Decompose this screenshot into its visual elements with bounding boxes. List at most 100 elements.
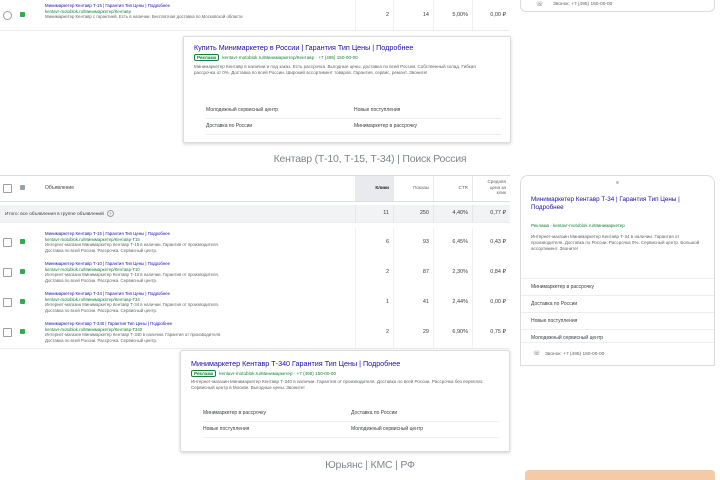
summary-cpc: 0,77 ₽ [472,205,510,222]
sitelink[interactable]: Минимаркетер в рассрочку [203,406,351,422]
phone-icon: ☏ [536,2,544,8]
row-checkbox[interactable] [3,268,12,277]
phone-call-link[interactable]: Звонок: +7 (495) 150-00-00 [553,2,612,7]
impressions-cell: 87 [393,258,433,288]
ctr-cell: 2,30% [433,258,472,288]
ad-preview-url-line: Реклама kentavr-motoblok.ru/Минимаркетер/… [194,54,358,61]
summary-ctr: 4,40% [433,205,472,222]
mobile-ad-title[interactable]: Минимаркетер Кентавр Т-34 | Гарантия Тип… [531,196,703,212]
sitelink[interactable]: Доставка по России [206,119,354,135]
ad-text: Минимаркетер Кентавр Т-15 | Гарантия Тип… [45,3,345,20]
status-column-icon [20,185,25,190]
impressions-cell: 29 [393,318,433,348]
summary-impressions: 250 [393,205,433,222]
mobile-ad-url: Реклама · kentavr-motoblok.ru/Минимаркет… [531,223,625,228]
mobile-call-row[interactable]: ☏ Звонок: +7 (495) 150-00-00 [521,342,714,366]
sitelinks: Молодежный сервисный центр Новые поступл… [206,103,502,135]
cpc-cell: 0,00 ₽ [472,288,510,318]
ad-description: Доставка по всей России. Рассрочка. Серв… [45,277,158,283]
status-enabled-icon [20,12,25,17]
sitelink[interactable]: Новые поступления [203,422,351,438]
table-row[interactable]: Минимаркетер Кентавр Т-15 | Гарантия Тип… [0,228,510,259]
row-select-radio[interactable] [3,11,12,20]
table-header: Объявление Клики Показы CTR Средняя цена… [0,175,510,202]
ctr-cell: 5,00% [433,0,472,30]
summary-label: Итого: все объявления в группе объявлени… [5,210,114,217]
column-header-ad[interactable]: Объявление [45,185,74,191]
ad-text: Минимаркетер Кентавр Т-340 | Гарантия Ти… [45,321,345,343]
row-checkbox[interactable] [3,298,12,307]
ad-group-heading: Юрьянс | КМС | РФ [325,459,415,471]
select-all-checkbox[interactable] [3,184,12,193]
sitelink[interactable]: Минимаркетер в рассрочку [354,119,502,135]
ad-preview-url: kentavr-motoblok.ru/Минимаркетер · +7 (4… [219,371,337,376]
mobile-ad-preview: Минимаркетер Кентавр Т-34 | Гарантия Тип… [520,175,715,366]
ad-preview-url-line: Реклама kentavr-motoblok.ru/Минимаркетер … [191,370,336,377]
sitelink[interactable]: Минимаркетер в рассрочку [521,278,714,295]
column-header-ctr[interactable]: CTR [433,176,472,201]
sitelink[interactable]: Доставка по России [351,406,499,422]
ad-preview-title[interactable]: Купить Минимаркетер в России | Гарантия … [194,43,413,52]
summary-row: Итого: все объявления в группе объявлени… [0,205,510,223]
ad-preview-card: Купить Минимаркетер в России | Гарантия … [183,36,511,143]
impressions-cell: 14 [393,0,433,30]
ctr-cell: 6,45% [433,228,472,258]
clicks-cell: 6 [355,228,393,258]
ad-text: Минимаркетер Кентавр Т-34 | Гарантия Тип… [45,291,345,313]
info-icon[interactable]: ? [106,210,114,217]
ad-preview-url: kentavr-motoblok.ru/Минимаркетер/Кентавр… [222,55,358,60]
summary-label-text: Итого: все объявления в группе объявлени… [5,212,104,217]
next-preview-card [525,470,715,480]
ad-text: Минимаркетер Кентавр Т-15 | Гарантия Тип… [45,231,345,253]
column-header-clicks[interactable]: Клики [355,176,393,201]
impressions-cell: 41 [393,288,433,318]
status-enabled-icon [20,299,25,304]
status-enabled-icon [20,329,25,334]
mobile-sitelinks: Минимаркетер в рассрочку Доставка по Рос… [521,278,714,346]
ctr-cell: 2,44% [433,288,472,318]
table-row[interactable]: Минимаркетер Кентавр Т-15 | Гарантия Тип… [0,0,510,31]
sitelinks: Минимаркетер в рассрочку Доставка по Рос… [203,406,499,438]
clicks-cell: 2 [355,0,393,30]
ad-description: Доставка по всей России. Рассрочка. Серв… [45,307,158,313]
sitelink[interactable]: Молодежный сервисный центр [351,422,499,438]
cpc-cell: 0,84 ₽ [472,258,510,288]
sitelink[interactable]: Новые поступления [354,103,502,119]
cpc-cell: 0,00 ₽ [472,0,510,30]
row-checkbox[interactable] [3,328,12,337]
column-header-cpc[interactable]: Средняя цена за клик [472,176,510,201]
sitelink[interactable]: Новые поступления [521,312,714,329]
cpc-cell: 0,43 ₽ [472,228,510,258]
sitelink[interactable]: Молодежный сервисный центр [206,103,354,119]
ad-group-heading: Кентавр (Т-10, Т-15, Т-34) | Поиск Росси… [273,153,467,165]
ad-preview-title[interactable]: Минимаркетер Кентавр Т-340 Гарантия Тип … [191,359,400,368]
mobile-preview-stub: ☏ Звонок: +7 (495) 150-00-00 [520,0,715,12]
ad-description: Доставка по всей России. Рассрочка. Серв… [45,337,158,343]
ad-badge: Реклама [194,54,220,61]
table-row[interactable]: Минимаркетер Кентавр Т-340 | Гарантия Ти… [0,318,510,349]
status-enabled-icon [20,239,25,244]
table-row[interactable]: Минимаркетер Кентавр Т-10 | Гарантия Тип… [0,258,510,289]
clicks-cell: 2 [355,258,393,288]
cpc-cell: 0,75 ₽ [472,318,510,348]
ad-text: Минимаркетер Кентавр Т-10 | Гарантия Тип… [45,261,345,283]
ctr-cell: 6,90% [433,318,472,348]
summary-clicks: 11 [355,205,393,222]
ad-badge: Реклама [191,370,217,377]
clicks-cell: 1 [355,288,393,318]
mobile-ad-description: Интернет-магазин Минимаркетер Кентавр Т-… [531,234,700,251]
table-row[interactable]: Минимаркетер Кентавр Т-34 | Гарантия Тип… [0,288,510,319]
impressions-cell: 93 [393,228,433,258]
ad-description: Доставка по всей России. Рассрочка. Серв… [45,247,158,253]
column-header-impressions[interactable]: Показы [393,176,433,201]
ad-preview-description: Интернет-магазин Минимаркетер Кентавр Т-… [191,379,484,390]
phone-icon: ☏ [533,351,541,357]
ad-preview-description: Минимаркетер Кентавр в наличии и под зак… [194,64,476,75]
ad-preview-card: Минимаркетер Кентавр Т-340 Гарантия Тип … [180,350,510,452]
row-checkbox[interactable] [3,238,12,247]
clicks-cell: 2 [355,318,393,348]
ad-description: Минимаркетер Кентавр с гарантией. Есть в… [45,14,243,19]
status-enabled-icon [20,269,25,274]
phone-call-link[interactable]: Звонок: +7 (495) 150-00-00 [545,352,604,357]
sitelink[interactable]: Доставка по России [521,295,714,312]
